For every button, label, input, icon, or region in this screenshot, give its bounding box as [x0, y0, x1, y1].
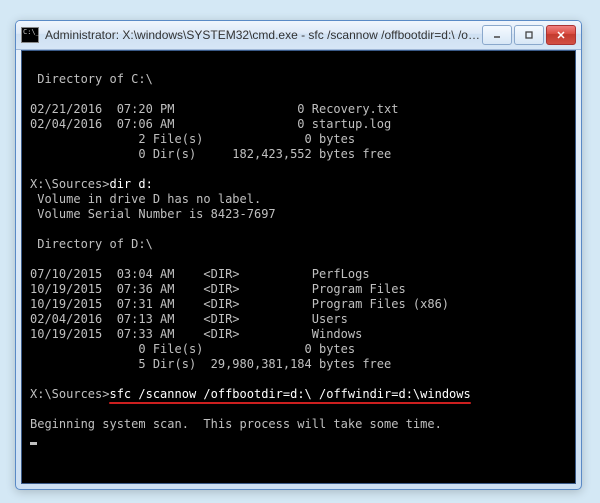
dir-c-line: 02/21/2016 07:20 PM 0 Recovery.txt	[30, 102, 567, 117]
maximize-button[interactable]	[514, 25, 544, 45]
cmd-icon	[21, 27, 39, 43]
blank-line	[30, 87, 567, 102]
title-bar[interactable]: Administrator: X:\windows\SYSTEM32\cmd.e…	[16, 21, 581, 50]
prompt-line: X:\Sources>sfc /scannow /offbootdir=d:\ …	[30, 387, 567, 402]
prompt-line: X:\Sources>dir d:	[30, 177, 567, 192]
dir-d-line: 02/04/2016 07:13 AM <DIR> Users	[30, 312, 567, 327]
terminal-output[interactable]: Directory of C:\ 02/21/2016 07:20 PM 0 R…	[21, 50, 576, 484]
volume-serial-line: Volume Serial Number is 8423-7697	[30, 207, 567, 222]
dir-c-line: 2 File(s) 0 bytes	[30, 132, 567, 147]
dir-d-line: 0 File(s) 0 bytes	[30, 342, 567, 357]
cursor-icon	[30, 442, 37, 445]
prompt: X:\Sources>	[30, 177, 109, 191]
dir-d-line: 10/19/2015 07:36 AM <DIR> Program Files	[30, 282, 567, 297]
close-button[interactable]	[546, 25, 576, 45]
blank-line	[30, 162, 567, 177]
blank-line	[30, 372, 567, 387]
minimize-button[interactable]	[482, 25, 512, 45]
command-prompt-window: Administrator: X:\windows\SYSTEM32\cmd.e…	[15, 20, 582, 490]
typed-command: dir d:	[109, 177, 152, 191]
dir-d-line: 10/19/2015 07:33 AM <DIR> Windows	[30, 327, 567, 342]
cursor-line	[30, 432, 567, 447]
window-controls	[480, 25, 576, 45]
dir-c-line: 02/04/2016 07:06 AM 0 startup.log	[30, 117, 567, 132]
dir-c-line: 0 Dir(s) 182,423,552 bytes free	[30, 147, 567, 162]
dir-c-header: Directory of C:\	[30, 72, 567, 87]
dir-d-header: Directory of D:\	[30, 237, 567, 252]
blank-line	[30, 402, 567, 417]
dir-d-line: 5 Dir(s) 29,980,381,184 bytes free	[30, 357, 567, 372]
blank-line	[30, 222, 567, 237]
scan-message: Beginning system scan. This process will…	[30, 417, 567, 432]
volume-line: Volume in drive D has no label.	[30, 192, 567, 207]
blank-line	[30, 57, 567, 72]
dir-d-line: 10/19/2015 07:31 AM <DIR> Program Files …	[30, 297, 567, 312]
dir-d-line: 07/10/2015 03:04 AM <DIR> PerfLogs	[30, 267, 567, 282]
typed-command-highlighted: sfc /scannow /offbootdir=d:\ /offwindir=…	[109, 387, 470, 402]
blank-line	[30, 252, 567, 267]
window-title: Administrator: X:\windows\SYSTEM32\cmd.e…	[45, 28, 480, 42]
prompt: X:\Sources>	[30, 387, 109, 401]
